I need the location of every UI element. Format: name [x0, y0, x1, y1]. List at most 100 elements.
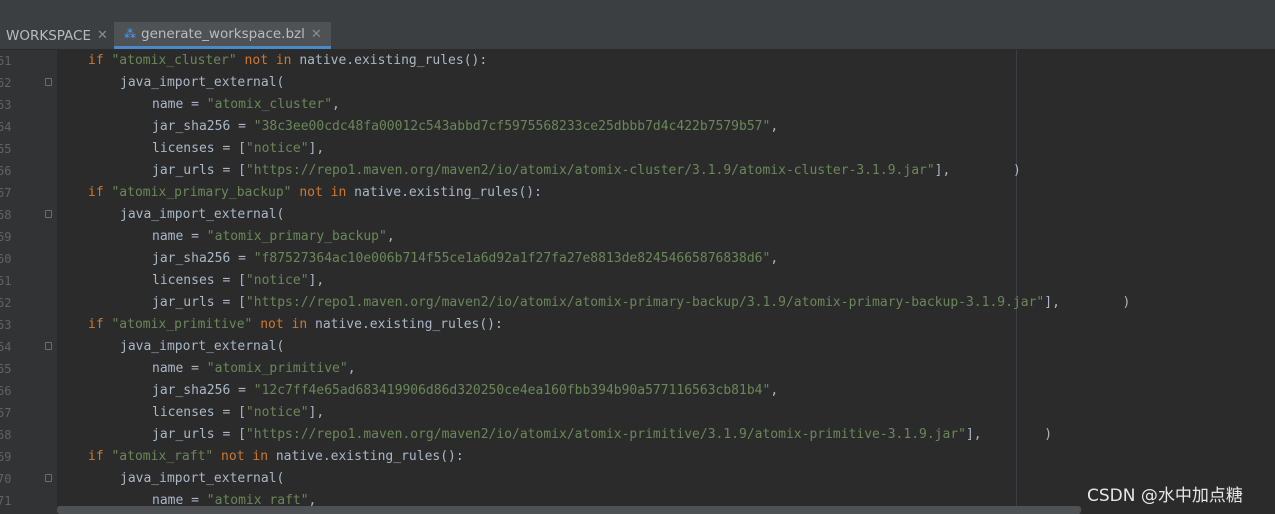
string-token: "atomix_cluster": [206, 97, 333, 112]
keyword-token: not in: [236, 53, 292, 68]
line-number: 68: [0, 208, 12, 222]
code-line[interactable]: 64 java_import_external(: [0, 336, 1275, 358]
code-line[interactable]: 66 jar_sha256 = "12c7ff4e65ad683419906d86…: [0, 380, 1275, 402]
text-token: ],: [308, 405, 325, 420]
text-token: ,: [332, 97, 340, 112]
code-line[interactable]: 70 java_import_external(: [0, 468, 1275, 490]
line-number: 62: [0, 296, 12, 310]
code-text: jar_sha256 = "f87527364ac10e006b714f55ce…: [152, 248, 778, 270]
line-number: 65: [0, 142, 12, 156]
string-token: "notice": [245, 141, 309, 156]
string-token: "12c7ff4e65ad683419906d86d320250ce4ea160…: [253, 383, 771, 398]
line-number: 65: [0, 362, 12, 376]
text-token: ],: [1044, 295, 1060, 310]
text-token: licenses = [: [152, 141, 246, 156]
line-number: 66: [0, 164, 12, 178]
line-number: 61: [0, 274, 12, 288]
line-number: 61: [0, 54, 12, 68]
text-token: jar_urls = [: [152, 163, 246, 178]
code-line[interactable]: 65 name = "atomix_primitive",: [0, 358, 1275, 380]
text-token: ,: [770, 383, 779, 398]
line-number: 67: [0, 186, 12, 200]
tab-generate-workspace-bzl[interactable]: ⁂ generate_workspace.bzl ✕: [114, 22, 331, 49]
code-line[interactable]: 68 jar_urls = ["https://repo1.maven.org/m…: [0, 424, 1275, 446]
string-token: "38c3ee00cdc48fa00012c543abbd7cf59755682…: [253, 119, 771, 134]
string-token: "atomix_primitive": [111, 317, 253, 332]
text-token: name =: [152, 97, 207, 112]
code-text: java_import_external(: [120, 336, 284, 358]
code-text: licenses = ["notice"],: [152, 270, 324, 292]
string-token: "https://repo1.maven.org/maven2/io/atomi…: [245, 295, 1045, 310]
code-line[interactable]: 66 jar_urls = ["https://repo1.maven.org/m…: [0, 160, 1275, 182]
text-token: jar_urls = [: [152, 427, 246, 442]
text-token: ,: [386, 229, 395, 244]
code-line[interactable]: 69 if "atomix_raft" not in native.existin…: [0, 446, 1275, 468]
fold-marker-icon[interactable]: [45, 78, 52, 86]
tab-label: generate_workspace.bzl: [141, 26, 305, 42]
code-line[interactable]: 61 licenses = ["notice"],: [0, 270, 1275, 292]
close-icon[interactable]: ✕: [97, 28, 108, 43]
code-line[interactable]: 61 if "atomix_cluster" not in native.exis…: [0, 50, 1275, 72]
code-text: java_import_external(: [120, 468, 284, 490]
keyword-token: if: [88, 317, 112, 332]
line-number: 64: [0, 120, 12, 134]
code-line[interactable]: 62 java_import_external(: [0, 72, 1275, 94]
horizontal-scrollbar[interactable]: [57, 506, 1081, 514]
editor-tab-bar: WORKSPACE ✕ ⁂ generate_workspace.bzl ✕: [0, 22, 1275, 50]
code-line[interactable]: 62 jar_urls = ["https://repo1.maven.org/m…: [0, 292, 1275, 314]
string-token: "atomix_primary_backup": [206, 229, 387, 244]
tab-workspace[interactable]: WORKSPACE ✕: [0, 22, 113, 49]
line-number: 70: [0, 472, 12, 486]
code-text: licenses = ["notice"],: [152, 402, 324, 424]
text-token: ],: [308, 273, 325, 288]
line-number: 62: [0, 76, 12, 90]
line-number: 63: [0, 318, 12, 332]
text-token: native.existing_rules():: [307, 317, 503, 332]
string-token: "notice": [245, 273, 309, 288]
code-line[interactable]: 67 if "atomix_primary_backup" not in nati…: [0, 182, 1275, 204]
text-token: java_import_external(: [120, 207, 285, 222]
fold-marker-icon[interactable]: [45, 474, 52, 482]
code-text: if "atomix_primitive" not in native.exis…: [88, 314, 503, 336]
line-number: 67: [0, 406, 12, 420]
text-token: ],: [934, 163, 951, 178]
close-icon[interactable]: ✕: [311, 27, 322, 42]
code-line[interactable]: 64 jar_sha256 = "38c3ee00cdc48fa00012c543…: [0, 116, 1275, 138]
code-line[interactable]: 65 licenses = ["notice"],: [0, 138, 1275, 160]
code-text: if "atomix_raft" not in native.existing_…: [88, 446, 464, 468]
line-number: 69: [0, 450, 12, 464]
text-token: native.existing_rules():: [291, 53, 488, 68]
code-line[interactable]: 68 java_import_external(: [0, 204, 1275, 226]
code-text: java_import_external(: [120, 204, 284, 226]
text-token: licenses = [: [152, 405, 246, 420]
code-text: name = "atomix_primitive",: [152, 358, 356, 380]
title-bar: [0, 0, 1275, 23]
string-token: "https://repo1.maven.org/maven2/io/atomi…: [245, 427, 966, 442]
text-token: ): [1059, 295, 1131, 310]
bazel-file-icon: ⁂: [124, 27, 136, 41]
line-number: 69: [0, 230, 12, 244]
code-text: jar_urls = ["https://repo1.maven.org/mav…: [152, 160, 1021, 182]
text-token: ],: [965, 427, 982, 442]
line-number: 64: [0, 340, 12, 354]
text-token: java_import_external(: [120, 75, 285, 90]
code-text: name = "atomix_cluster",: [152, 94, 340, 116]
text-token: jar_urls = [: [152, 295, 246, 310]
keyword-token: if: [88, 185, 112, 200]
fold-marker-icon[interactable]: [45, 210, 52, 218]
code-text: jar_urls = ["https://repo1.maven.org/mav…: [152, 292, 1130, 314]
string-token: "notice": [245, 405, 309, 420]
code-line[interactable]: 63 name = "atomix_cluster",: [0, 94, 1275, 116]
line-number: 71: [0, 494, 12, 508]
text-token: ,: [347, 361, 356, 376]
code-line[interactable]: 60 jar_sha256 = "f87527364ac10e006b714f55…: [0, 248, 1275, 270]
code-line[interactable]: 69 name = "atomix_primary_backup",: [0, 226, 1275, 248]
string-token: "atomix_primary_backup": [111, 185, 292, 200]
fold-marker-icon[interactable]: [45, 342, 52, 350]
keyword-token: if: [88, 53, 112, 68]
code-line[interactable]: 67 licenses = ["notice"],: [0, 402, 1275, 424]
code-text: java_import_external(: [120, 72, 284, 94]
text-token: name =: [152, 229, 207, 244]
keyword-token: if: [88, 449, 112, 464]
code-line[interactable]: 63 if "atomix_primitive" not in native.ex…: [0, 314, 1275, 336]
